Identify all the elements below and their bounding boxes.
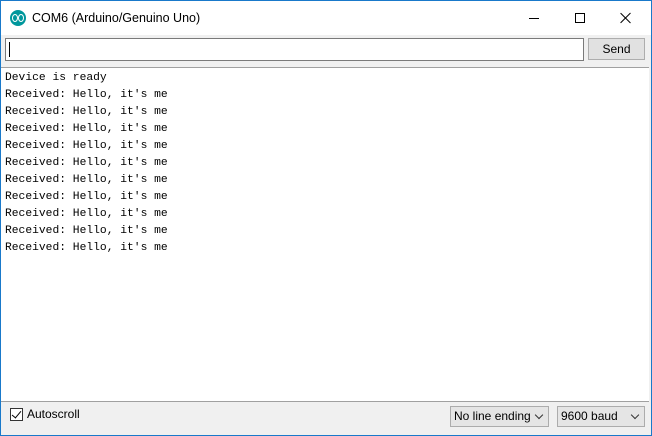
title-bar[interactable]: COM6 (Arduino/Genuino Uno) — [1, 1, 651, 35]
serial-output-area[interactable]: Device is ready Received: Hello, it's me R… — [1, 67, 649, 402]
serial-output-line: Received: Hello, it's me — [5, 208, 168, 220]
text-caret — [9, 42, 10, 57]
line-ending-value: No line ending — [454, 409, 531, 423]
output-right-edge — [646, 68, 649, 401]
arduino-logo-icon — [10, 10, 26, 26]
serial-output-line: Received: Hello, it's me — [5, 89, 168, 101]
send-button[interactable]: Send — [588, 38, 645, 60]
chevron-down-icon — [630, 410, 640, 420]
serial-output-line: Device is ready — [5, 72, 107, 84]
serial-monitor-window: COM6 (Arduino/Genuino Uno) Send Device i… — [0, 0, 652, 436]
line-ending-select[interactable]: No line ending — [450, 406, 549, 427]
close-icon — [620, 12, 632, 24]
serial-output-line: Received: Hello, it's me — [5, 225, 168, 237]
serial-output-line: Received: Hello, it's me — [5, 106, 168, 118]
baud-rate-select[interactable]: 9600 baud — [557, 406, 645, 427]
serial-output-line: Received: Hello, it's me — [5, 123, 168, 135]
serial-output-line: Received: Hello, it's me — [5, 191, 168, 203]
autoscroll-label: Autoscroll — [27, 407, 80, 421]
close-button[interactable] — [603, 1, 649, 35]
maximize-button[interactable] — [557, 1, 603, 35]
serial-send-input[interactable] — [5, 38, 584, 61]
baud-rate-value: 9600 baud — [561, 409, 618, 423]
checkmark-icon[interactable] — [10, 407, 23, 421]
serial-output-line: Received: Hello, it's me — [5, 174, 168, 186]
serial-output-line: Received: Hello, it's me — [5, 140, 168, 152]
chevron-down-icon — [534, 410, 544, 420]
minimize-icon — [529, 17, 539, 19]
serial-output-line: Received: Hello, it's me — [5, 242, 168, 254]
bottom-bar — [1, 403, 651, 435]
minimize-button[interactable] — [511, 1, 557, 35]
maximize-icon — [575, 13, 585, 23]
serial-output-line: Received: Hello, it's me — [5, 157, 168, 169]
window-title: COM6 (Arduino/Genuino Uno) — [32, 11, 201, 25]
autoscroll-toggle[interactable]: Autoscroll — [10, 407, 80, 421]
